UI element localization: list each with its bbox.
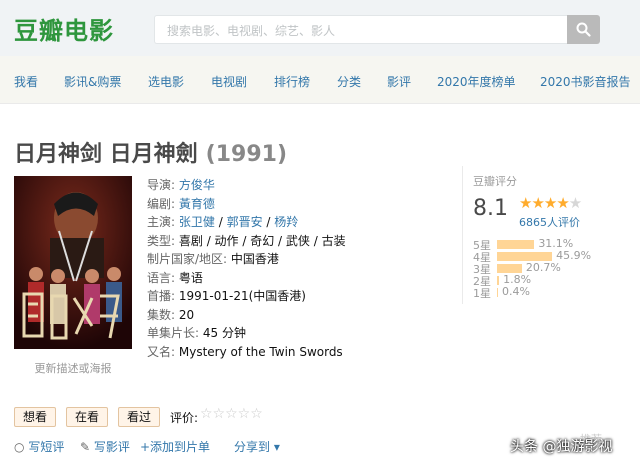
page-title: 日月神剑 日月神劍 (1991) bbox=[14, 136, 287, 168]
main-nav: 我看 影讯&购票 选电影 电视剧 排行榜 分类 影评 2020年度榜单 2020… bbox=[0, 56, 640, 104]
genre-label: 类型: bbox=[147, 233, 176, 248]
watermark: 头条 @独游影视 bbox=[510, 439, 613, 455]
rating-votes-link[interactable]: 6865人评价 bbox=[519, 214, 580, 230]
rating-bar bbox=[497, 276, 500, 285]
language-label: 语言: bbox=[147, 270, 176, 285]
rating-panel: 豆瓣评分 8.1 ★★★★★ 6865人评价 5星 31.1% 4星 45.9% 3星 2… bbox=[462, 166, 634, 304]
movie-title: 日月神剑 日月神劍 bbox=[14, 142, 198, 167]
writer-link[interactable]: 黃育德 bbox=[179, 197, 215, 211]
language-value: 粤语 bbox=[178, 270, 203, 285]
search-input[interactable]: 搜索电影、电视剧、综艺、影人 bbox=[154, 15, 568, 44]
poster-update-link[interactable]: 更新描述或海报 bbox=[14, 360, 132, 376]
rating-score: 8.1 bbox=[473, 196, 508, 221]
comment-icon: ○ bbox=[14, 440, 25, 454]
share-dropdown[interactable]: 分享到 ▾ bbox=[234, 438, 280, 455]
runtime-value: 45 分钟 bbox=[202, 326, 246, 340]
episodes-value: 20 bbox=[178, 307, 195, 322]
director-label: 导演: bbox=[147, 178, 176, 192]
rate-label: 评价: bbox=[170, 411, 199, 425]
country-value: 中国香港 bbox=[230, 252, 279, 266]
country-label: 制片国家/地区: bbox=[147, 252, 228, 266]
rate-stars-input[interactable]: ☆☆☆☆☆ bbox=[200, 406, 263, 422]
rating-bar bbox=[497, 288, 498, 297]
cast-link-2[interactable]: 郭晋安 bbox=[227, 215, 263, 229]
nav-item-reviews[interactable]: 影评 bbox=[387, 73, 411, 90]
rating-bar bbox=[497, 252, 553, 261]
movie-year: (1991) bbox=[205, 142, 288, 167]
nav-item-watched[interactable]: 我看 bbox=[14, 73, 38, 90]
search-button[interactable] bbox=[567, 15, 600, 44]
rating-bar-label: 1星 bbox=[473, 287, 491, 300]
nav-item-report[interactable]: 2020书影音报告 bbox=[540, 73, 631, 90]
director-link[interactable]: 方俊华 bbox=[179, 178, 215, 192]
movie-info: 导演: 方俊华 编剧: 黃育德 主演: 张卫健 / 郭晋安 / 杨羚 类型: 喜… bbox=[147, 178, 346, 359]
rating-bar bbox=[497, 264, 522, 273]
nav-item-tv[interactable]: 电视剧 bbox=[211, 73, 247, 90]
runtime-label: 单集片长: bbox=[147, 326, 200, 340]
premiere-label: 首播: bbox=[147, 289, 176, 303]
nav-item-explore[interactable]: 选电影 bbox=[148, 73, 184, 90]
add-to-list-link[interactable]: +添加到片单 bbox=[140, 438, 210, 455]
rating-bar-percent: 0.4% bbox=[502, 285, 530, 298]
episodes-label: 集数: bbox=[147, 307, 176, 322]
pen-icon: ✎ bbox=[80, 440, 91, 454]
cast-link-3[interactable]: 杨羚 bbox=[274, 215, 298, 229]
write-review-link[interactable]: ✎ 写影评 bbox=[80, 438, 130, 455]
nav-item-annual[interactable]: 2020年度榜单 bbox=[437, 73, 516, 90]
cast-link-1[interactable]: 张卫健 bbox=[179, 215, 215, 229]
rating-stars-icon: ★★★★★ bbox=[519, 194, 582, 212]
movie-poster[interactable] bbox=[14, 176, 132, 349]
nav-item-tickets[interactable]: 影讯&购票 bbox=[64, 73, 121, 90]
nav-item-tags[interactable]: 分类 bbox=[337, 73, 361, 90]
site-logo[interactable]: 豆瓣电影 bbox=[14, 11, 114, 46]
watching-button[interactable]: 在看 bbox=[66, 407, 109, 427]
rating-label: 豆瓣评分 bbox=[473, 175, 517, 188]
writer-label: 编剧: bbox=[147, 196, 176, 211]
genre-value: 喜剧 / 动作 / 奇幻 / 武侠 / 古装 bbox=[178, 233, 346, 248]
watched-button[interactable]: 看过 bbox=[118, 407, 161, 427]
poster-image bbox=[14, 176, 132, 349]
search-icon bbox=[576, 22, 591, 37]
top-bar: 豆瓣电影 搜索电影、电视剧、综艺、影人 bbox=[0, 0, 640, 56]
review-label: 写影评 bbox=[93, 440, 130, 454]
nav-item-chart[interactable]: 排行榜 bbox=[274, 73, 310, 90]
rating-bar-percent: 45.9% bbox=[556, 249, 592, 262]
short-review-label: 写短评 bbox=[28, 440, 65, 454]
premiere-value: 1991-01-21(中国香港) bbox=[178, 289, 306, 303]
aka-label: 又名: bbox=[147, 344, 176, 359]
aka-value: Mystery of the Twin Swords bbox=[178, 344, 343, 359]
want-to-watch-button[interactable]: 想看 bbox=[14, 407, 57, 427]
write-short-review-link[interactable]: ○ 写短评 bbox=[14, 438, 64, 455]
cast-label: 主演: bbox=[147, 215, 176, 229]
rating-bar bbox=[497, 240, 535, 249]
